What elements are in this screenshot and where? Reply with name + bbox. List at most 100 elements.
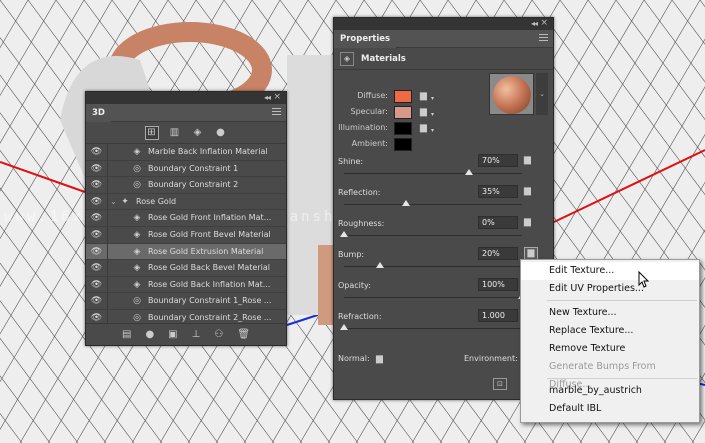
property-value-field[interactable]: 1.000 [478, 309, 518, 322]
slider-thumb[interactable] [375, 262, 384, 268]
slider-track[interactable] [344, 297, 522, 298]
collapse-icon[interactable]: ◂◂ [264, 93, 271, 102]
layer-row[interactable]: 👁 ◎ Boundary Constraint 2 [86, 177, 286, 194]
slider-track[interactable] [344, 235, 522, 236]
material-icon: ◈ [133, 213, 141, 224]
material-preview[interactable] [489, 73, 534, 115]
constraint-add-icon[interactable]: ⚇ [214, 329, 223, 340]
visibility-eye-icon[interactable]: 👁 [90, 164, 103, 174]
slider-thumb[interactable] [402, 200, 411, 206]
menu-item[interactable]: marble_by_austrich [521, 382, 699, 400]
layer-row[interactable]: 👁 ◈ Marble Back Inflation Material [86, 144, 286, 161]
layer-label: Rose Gold Back Inflation Mat... [148, 279, 271, 289]
property-value-field[interactable]: 0% [478, 216, 518, 229]
collapse-icon[interactable]: ◂◂ [531, 19, 538, 28]
layer-row[interactable]: 👁 ◎ Boundary Constraint 1 [86, 160, 286, 178]
close-icon[interactable]: × [540, 18, 548, 28]
color-swatch[interactable] [394, 106, 412, 119]
property-row: Roughness: 0% ▆ [334, 216, 553, 247]
menu-item[interactable]: Default IBL [521, 400, 699, 418]
layer-label: Marble Back Inflation Material [148, 147, 268, 156]
texture-folder-icon[interactable]: ▆ [524, 186, 531, 196]
slider-thumb[interactable] [340, 231, 348, 237]
menu-item[interactable]: Edit Texture... [521, 262, 699, 280]
property-value-field[interactable]: 100% [478, 278, 518, 291]
slider-track[interactable] [344, 266, 522, 267]
layer-row[interactable]: 👁 ⌄ ✦ Rose Gold [86, 193, 286, 211]
visibility-eye-icon[interactable]: 👁 [90, 197, 103, 207]
layer-row[interactable]: 👁 ◈ Rose Gold Front Inflation Mat... [86, 210, 286, 227]
material-preview-sphere [493, 76, 531, 114]
texture-menu-caret-icon[interactable]: ▾ [431, 127, 434, 134]
layer-row[interactable]: 👁 ◈ Rose Gold Extrusion Material [86, 243, 286, 261]
tab-3d[interactable]: 3D [86, 104, 111, 122]
layer-row[interactable]: 👁 ◈ Rose Gold Back Bevel Material [86, 260, 286, 277]
trash-icon[interactable]: 🗑 [237, 329, 250, 340]
panel-menu-icon[interactable] [539, 34, 548, 43]
3d-panel: ◂◂ × 3D ⊞ ▥ ◈ ● 👁 ◈ Marble Back Inflation … [85, 91, 287, 346]
texture-folder-icon[interactable]: ▆ [420, 123, 427, 133]
texture-menu-caret-icon[interactable]: ▾ [431, 95, 434, 102]
property-label: Refraction: [338, 312, 382, 321]
material-icon[interactable]: ◈ [191, 126, 205, 140]
visibility-eye-icon[interactable]: 👁 [90, 230, 103, 240]
light-icon[interactable]: ● [214, 126, 228, 140]
texture-folder-icon[interactable]: ▆ [524, 155, 531, 165]
scene-icon[interactable]: ⊞ [144, 125, 159, 140]
color-swatch[interactable] [394, 122, 412, 135]
property-label: Shine: [338, 157, 364, 166]
visibility-eye-icon[interactable]: 👁 [90, 280, 103, 290]
layer-divider [107, 226, 108, 243]
property-value-field[interactable]: 20% [478, 247, 518, 260]
properties-topbar[interactable]: ◂◂ × [334, 18, 553, 30]
visibility-eye-icon[interactable]: 👁 [90, 247, 103, 257]
render-icon[interactable]: ▣ [168, 329, 177, 340]
menu-item[interactable]: Remove Texture [521, 340, 699, 358]
visibility-eye-icon[interactable]: 👁 [90, 180, 103, 190]
layer-row[interactable]: 👁 ◈ Rose Gold Front Bevel Material [86, 226, 286, 244]
add-light-icon[interactable]: ● [145, 329, 154, 340]
slider-thumb[interactable] [464, 169, 473, 175]
color-swatch[interactable] [394, 90, 412, 103]
render-settings-icon[interactable]: ⊡ [493, 378, 507, 390]
slider-track[interactable] [344, 173, 522, 174]
layer-divider [107, 177, 108, 193]
layer-label: Boundary Constraint 2 [148, 180, 239, 190]
menu-item[interactable]: New Texture... [521, 304, 699, 322]
visibility-eye-icon[interactable]: 👁 [90, 313, 103, 323]
mesh-icon[interactable]: ▥ [168, 126, 182, 140]
close-icon[interactable]: × [273, 92, 281, 102]
normal-folder-icon[interactable]: ▆ [376, 354, 383, 364]
menu-divider [547, 378, 697, 379]
delete-icon[interactable]: ▤ [122, 329, 131, 340]
menu-item[interactable]: Replace Texture... [521, 322, 699, 340]
visibility-eye-icon[interactable]: 👁 [90, 296, 103, 306]
layer-row[interactable]: 👁 ◈ Rose Gold Back Inflation Mat... [86, 276, 286, 294]
materials-header: ◈ Materials [334, 48, 553, 70]
property-value-field[interactable]: 70% [478, 154, 518, 167]
texture-menu-caret-icon[interactable]: ▾ [431, 111, 434, 118]
material-icon: ◈ [133, 229, 141, 240]
property-value-field[interactable]: 35% [478, 185, 518, 198]
visibility-eye-icon[interactable]: 👁 [90, 147, 103, 157]
panel-menu-icon[interactable] [272, 108, 281, 117]
texture-folder-icon[interactable]: ▆ [420, 91, 427, 101]
expand-caret-icon[interactable]: ⌄ [110, 197, 117, 206]
slider-track[interactable] [344, 328, 522, 329]
visibility-eye-icon[interactable]: 👁 [90, 263, 103, 273]
layer-row[interactable]: 👁 ◎ Boundary Constraint 1_Rose ... [86, 293, 286, 310]
texture-folder-icon[interactable]: ▆ [524, 217, 531, 227]
visibility-eye-icon[interactable]: 👁 [90, 213, 103, 223]
menu-item[interactable]: Edit UV Properties... [521, 280, 699, 298]
texture-folder-icon[interactable]: ▆ [420, 107, 427, 117]
slider-thumb[interactable] [340, 324, 348, 330]
material-picker-dropdown[interactable]: ⌄ [536, 73, 548, 115]
slider-track[interactable] [344, 204, 522, 205]
layer-divider [107, 243, 108, 260]
property-row: Reflection: 35% ▆ [334, 185, 553, 216]
color-swatch[interactable] [394, 138, 412, 151]
tab-properties[interactable]: Properties [334, 30, 397, 48]
panel-3d-topbar[interactable]: ◂◂ × [86, 92, 286, 104]
menu-item: Generate Bumps From Diffuse... [549, 361, 656, 390]
ground-icon[interactable]: ⊥ [192, 329, 201, 340]
